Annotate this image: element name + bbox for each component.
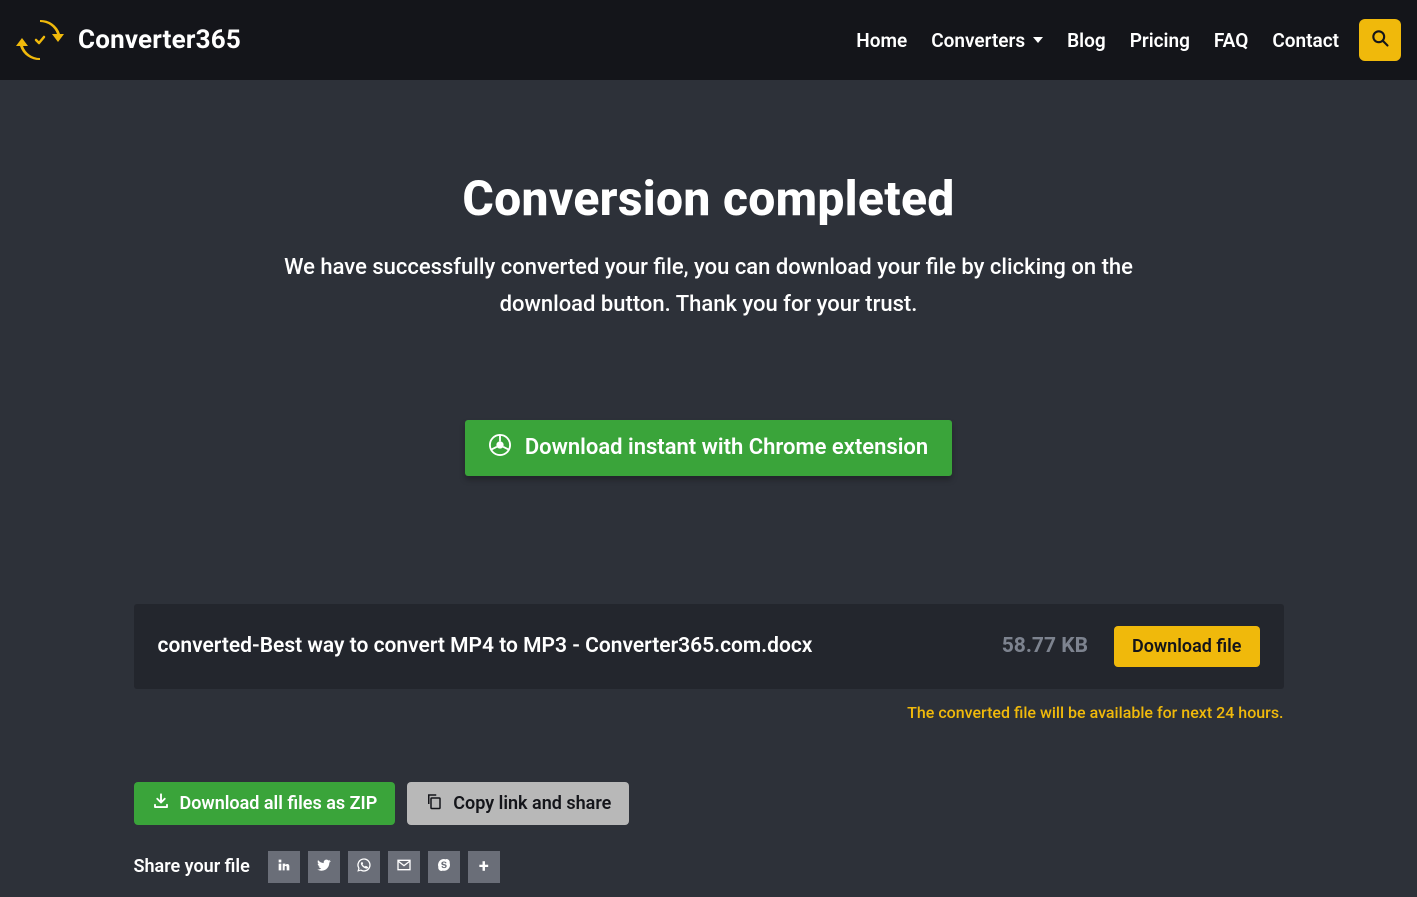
brand-logo[interactable]: Converter365 (16, 16, 241, 64)
download-zip-label: Download all files as ZIP (180, 793, 378, 814)
nav-contact[interactable]: Contact (1272, 29, 1339, 52)
share-email[interactable] (388, 851, 420, 883)
download-zip-button[interactable]: Download all files as ZIP (134, 782, 396, 825)
share-skype[interactable] (428, 851, 460, 883)
nav-converters[interactable]: Converters (931, 29, 1043, 52)
brand-name: Converter365 (78, 25, 241, 55)
actions-row: Download all files as ZIP Copy link and … (134, 782, 1284, 825)
chevron-down-icon (1033, 37, 1043, 43)
nav-blog[interactable]: Blog (1067, 29, 1106, 52)
chrome-icon (489, 434, 511, 462)
linkedin-icon (276, 857, 292, 877)
page-title: Conversion completed (0, 170, 1417, 227)
envelope-icon (396, 857, 412, 877)
primary-nav: Home Converters Blog Pricing FAQ Contact (856, 29, 1339, 52)
skype-icon (436, 857, 452, 877)
download-icon (152, 792, 170, 815)
share-icons: + (268, 851, 500, 883)
twitter-icon (316, 857, 332, 877)
share-linkedin[interactable] (268, 851, 300, 883)
share-label: Share your file (134, 856, 250, 877)
share-more[interactable]: + (468, 851, 500, 883)
nav-converters-label: Converters (931, 29, 1025, 52)
download-file-button[interactable]: Download file (1114, 626, 1260, 667)
converted-file-size: 58.77 KB (1002, 634, 1088, 658)
copy-link-button[interactable]: Copy link and share (407, 782, 629, 825)
nav-pricing[interactable]: Pricing (1130, 29, 1190, 52)
chrome-extension-button[interactable]: Download instant with Chrome extension (465, 420, 952, 476)
page-subtitle: We have successfully converted your file… (249, 249, 1169, 324)
whatsapp-icon (356, 857, 372, 877)
availability-note: The converted file will be available for… (907, 703, 1283, 722)
copy-link-label: Copy link and share (453, 793, 611, 814)
converted-file-card: converted-Best way to convert MP4 to MP3… (134, 604, 1284, 689)
converted-file-name: converted-Best way to convert MP4 to MP3… (158, 634, 982, 658)
copy-icon (425, 792, 443, 815)
search-icon (1370, 28, 1390, 52)
logo-icon (16, 16, 64, 64)
hero-section: Conversion completed We have successfull… (0, 170, 1417, 324)
nav-home[interactable]: Home (856, 29, 907, 52)
plus-icon: + (479, 858, 489, 876)
top-nav: Converter365 Home Converters Blog Pricin… (0, 0, 1417, 80)
chrome-extension-label: Download instant with Chrome extension (525, 435, 928, 460)
share-row: Share your file (134, 851, 1284, 897)
share-whatsapp[interactable] (348, 851, 380, 883)
share-twitter[interactable] (308, 851, 340, 883)
search-button[interactable] (1359, 19, 1401, 61)
nav-faq[interactable]: FAQ (1214, 29, 1248, 52)
